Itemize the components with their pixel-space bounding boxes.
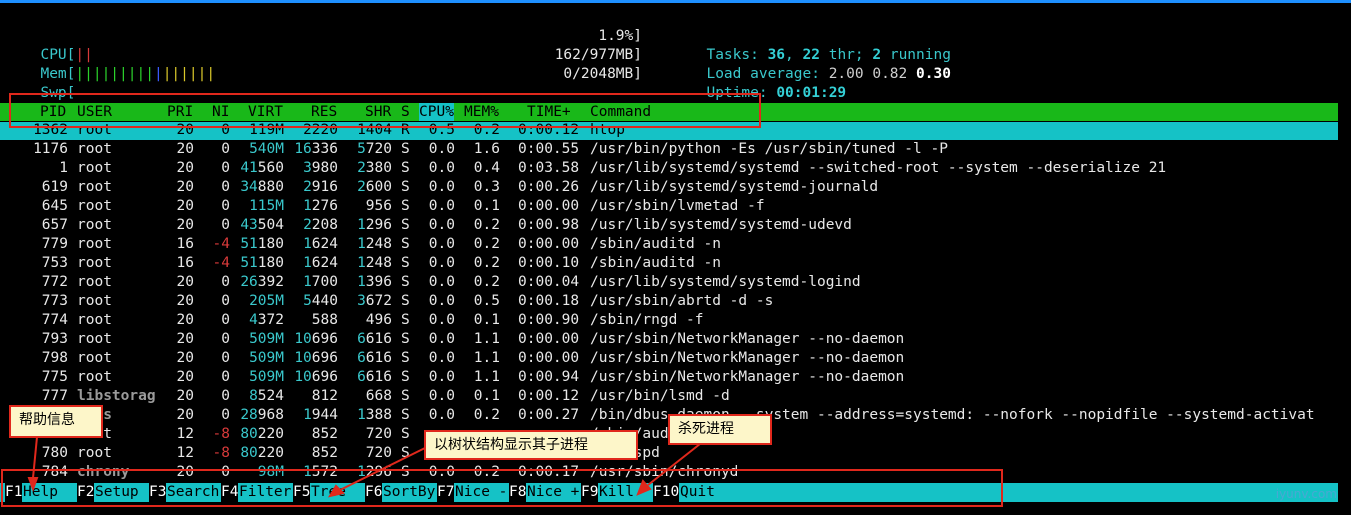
tree-arrow-head — [327, 484, 345, 498]
help-arrow-head — [27, 477, 39, 492]
kill-arrow — [647, 439, 706, 486]
help-callout: 帮助信息 — [9, 405, 103, 438]
tree-callout: 以树状结构显示其子进程 — [424, 430, 638, 460]
watermark: iyunv.com — [1275, 487, 1337, 501]
kill-callout: 杀死进程 — [668, 414, 772, 445]
kill-arrow-head — [636, 479, 652, 496]
help-arrow — [32, 436, 38, 479]
tree-arrow — [339, 447, 426, 491]
